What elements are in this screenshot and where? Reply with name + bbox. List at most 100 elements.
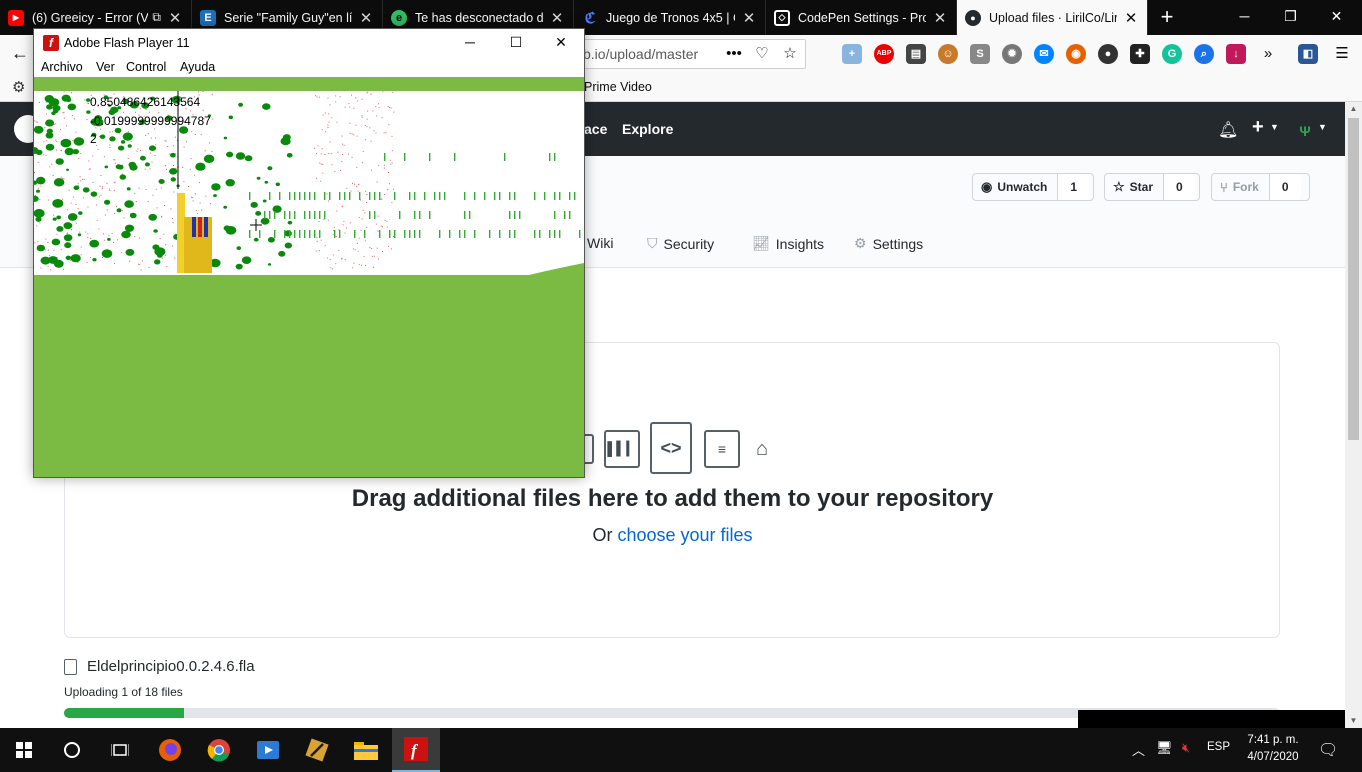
leaf <box>119 174 127 180</box>
minimize-icon[interactable]: ─ <box>447 29 493 57</box>
firefox-extension-icon[interactable]: ◉ <box>1066 44 1086 64</box>
red-particle <box>341 160 343 162</box>
close-tab-icon[interactable]: ✕ <box>167 9 183 27</box>
page-scrollbar[interactable]: ▲ ▼ <box>1345 102 1362 728</box>
puzzle-icon[interactable]: ✚ <box>1130 44 1150 64</box>
red-particle <box>191 131 193 133</box>
taskbar-app[interactable] <box>293 728 341 772</box>
red-particle <box>380 225 382 227</box>
fork-count[interactable]: 0 <box>1269 174 1301 200</box>
tab-insights[interactable]: 📈︎ Insights <box>752 235 824 252</box>
create-new-icon[interactable]: + <box>1252 116 1264 139</box>
nav-marketplace[interactable]: ace <box>584 121 607 137</box>
notifications-bell-icon[interactable]: 🔔︎ <box>1218 120 1238 140</box>
maximize-icon[interactable]: ☐ <box>493 29 539 57</box>
flash-titlebar[interactable]: f Adobe Flash Player 11 ─ ☐ ✕ <box>34 29 584 57</box>
nav-explore[interactable]: Explore <box>622 121 673 137</box>
close-tab-icon[interactable]: ✕ <box>932 9 948 27</box>
tab-settings[interactable]: ⚙ Settings <box>854 235 923 252</box>
back-button[interactable]: ← <box>6 40 34 68</box>
tab-label: Te has desconectado de <box>415 10 543 25</box>
monkey-icon[interactable]: ☺ <box>938 44 958 64</box>
browser-tab[interactable]: ◇ CodePen Settings - Profi ✕ <box>766 0 957 35</box>
task-view-button[interactable] <box>96 728 144 772</box>
grammarly-icon[interactable]: G <box>1162 44 1182 64</box>
network-icon[interactable]: 🖥︎ <box>1156 740 1173 756</box>
red-particle <box>129 260 131 262</box>
close-tab-icon[interactable]: ✕ <box>741 9 757 27</box>
notification-center-icon[interactable]: 🗨︎ <box>1318 740 1338 760</box>
chevron-down-icon[interactable]: ▼ <box>1270 122 1279 132</box>
s-extension-icon[interactable]: S <box>970 44 990 64</box>
red-particle <box>366 118 368 120</box>
picture-in-picture-icon[interactable]: ⧉ <box>152 10 161 25</box>
leaf <box>117 145 125 151</box>
menu-ver[interactable]: Ver <box>96 60 115 74</box>
close-window-icon[interactable]: ✕ <box>538 29 584 57</box>
fork-button[interactable]: ⑂ Fork 0 <box>1211 173 1310 201</box>
minimize-icon[interactable]: ─ <box>1222 0 1267 35</box>
extension-icon[interactable]: + <box>842 44 862 64</box>
account-icon[interactable]: ● <box>1098 44 1118 64</box>
red-particle <box>371 169 372 171</box>
gear-icon[interactable]: ⚙ <box>12 78 25 96</box>
menu-archivo[interactable]: Archivo <box>41 60 83 74</box>
reader-icon[interactable]: ▤ <box>906 44 926 64</box>
menu-ayuda[interactable]: Ayuda <box>180 60 215 74</box>
star-count[interactable]: 0 <box>1164 174 1195 200</box>
chevron-down-icon[interactable]: ▼ <box>1318 122 1327 132</box>
watch-count[interactable]: 1 <box>1058 174 1090 200</box>
scrollbar-thumb[interactable] <box>1348 118 1359 440</box>
input-language[interactable]: ESP <box>1207 741 1230 753</box>
scroll-up-icon[interactable]: ▲ <box>1345 102 1362 116</box>
restore-icon[interactable]: ❐ <box>1268 0 1313 35</box>
choose-files-link[interactable]: choose your files <box>617 525 752 545</box>
leaf <box>65 97 72 102</box>
red-particle <box>370 93 372 95</box>
red-particle <box>114 162 116 164</box>
close-tab-icon[interactable]: ✕ <box>1123 9 1139 27</box>
browser-tab[interactable]: ℭ Juego de Tronos 4x5 | Cu ✕ <box>574 0 766 35</box>
search-button[interactable] <box>48 728 96 772</box>
flash-game-stage[interactable]: 0.850486426143564 -0.0199999999994787 2 <box>34 77 584 477</box>
red-particle <box>391 135 393 137</box>
close-window-icon[interactable]: ✕ <box>1314 0 1359 35</box>
browser-tab-active[interactable]: ● Upload files · LirilCo/Liril ✕ <box>957 0 1148 35</box>
flash-player-window[interactable]: f Adobe Flash Player 11 ─ ☐ ✕ Archivo Ve… <box>33 28 585 478</box>
windows-extension-icon[interactable]: ◧ <box>1298 44 1318 64</box>
start-button[interactable] <box>0 728 48 772</box>
tab-security[interactable]: ⛉ Security <box>647 235 714 252</box>
bookmark-star-icon[interactable]: ☆ <box>780 44 800 64</box>
search-extension-icon[interactable]: ⌕ <box>1194 44 1214 64</box>
close-tab-icon[interactable]: ✕ <box>358 9 374 27</box>
taskbar-file-explorer[interactable] <box>342 728 390 772</box>
taskbar-firefox[interactable] <box>146 728 194 772</box>
adblock-icon[interactable]: ABP <box>874 44 894 64</box>
system-clock[interactable]: 7:41 p. m. 4/07/2020 <box>1238 732 1308 766</box>
page-actions-icon[interactable]: ••• <box>724 44 744 64</box>
avatar[interactable]: Ψ <box>1295 121 1315 141</box>
bookmark-prime-video[interactable]: Prime Video <box>584 80 652 94</box>
grass-stalk <box>249 230 251 238</box>
unwatch-button[interactable]: ◉ Unwatch 1 <box>972 173 1094 201</box>
taskbar-media-app[interactable] <box>244 728 292 772</box>
scroll-down-icon[interactable]: ▼ <box>1345 714 1362 728</box>
menu-control[interactable]: Control <box>126 60 166 74</box>
download-icon[interactable]: ↓ <box>1226 44 1246 64</box>
red-particle <box>100 128 102 130</box>
pocket-icon[interactable]: ♡ <box>752 44 772 64</box>
taskbar-flash-player[interactable]: f <box>392 728 440 772</box>
tab-wiki[interactable]: Wiki <box>587 235 613 251</box>
chevron-up-icon[interactable]: ︿ <box>1132 740 1145 759</box>
menu-icon[interactable]: ☰ <box>1332 44 1352 64</box>
star-button[interactable]: ☆ Star 0 <box>1104 173 1200 201</box>
taskbar-chrome[interactable] <box>195 728 243 772</box>
gear-extension-icon[interactable]: ✹ <box>1002 44 1022 64</box>
new-tab-button[interactable]: + <box>1156 0 1178 35</box>
red-particle <box>210 203 212 205</box>
overflow-chevron-icon[interactable]: » <box>1258 44 1278 64</box>
messenger-icon[interactable]: ✉ <box>1034 44 1054 64</box>
volume-muted-icon[interactable]: 🔇︎ <box>1182 740 1190 756</box>
url-text[interactable]: b.io/upload/master <box>583 46 698 62</box>
close-tab-icon[interactable]: ✕ <box>549 9 565 27</box>
